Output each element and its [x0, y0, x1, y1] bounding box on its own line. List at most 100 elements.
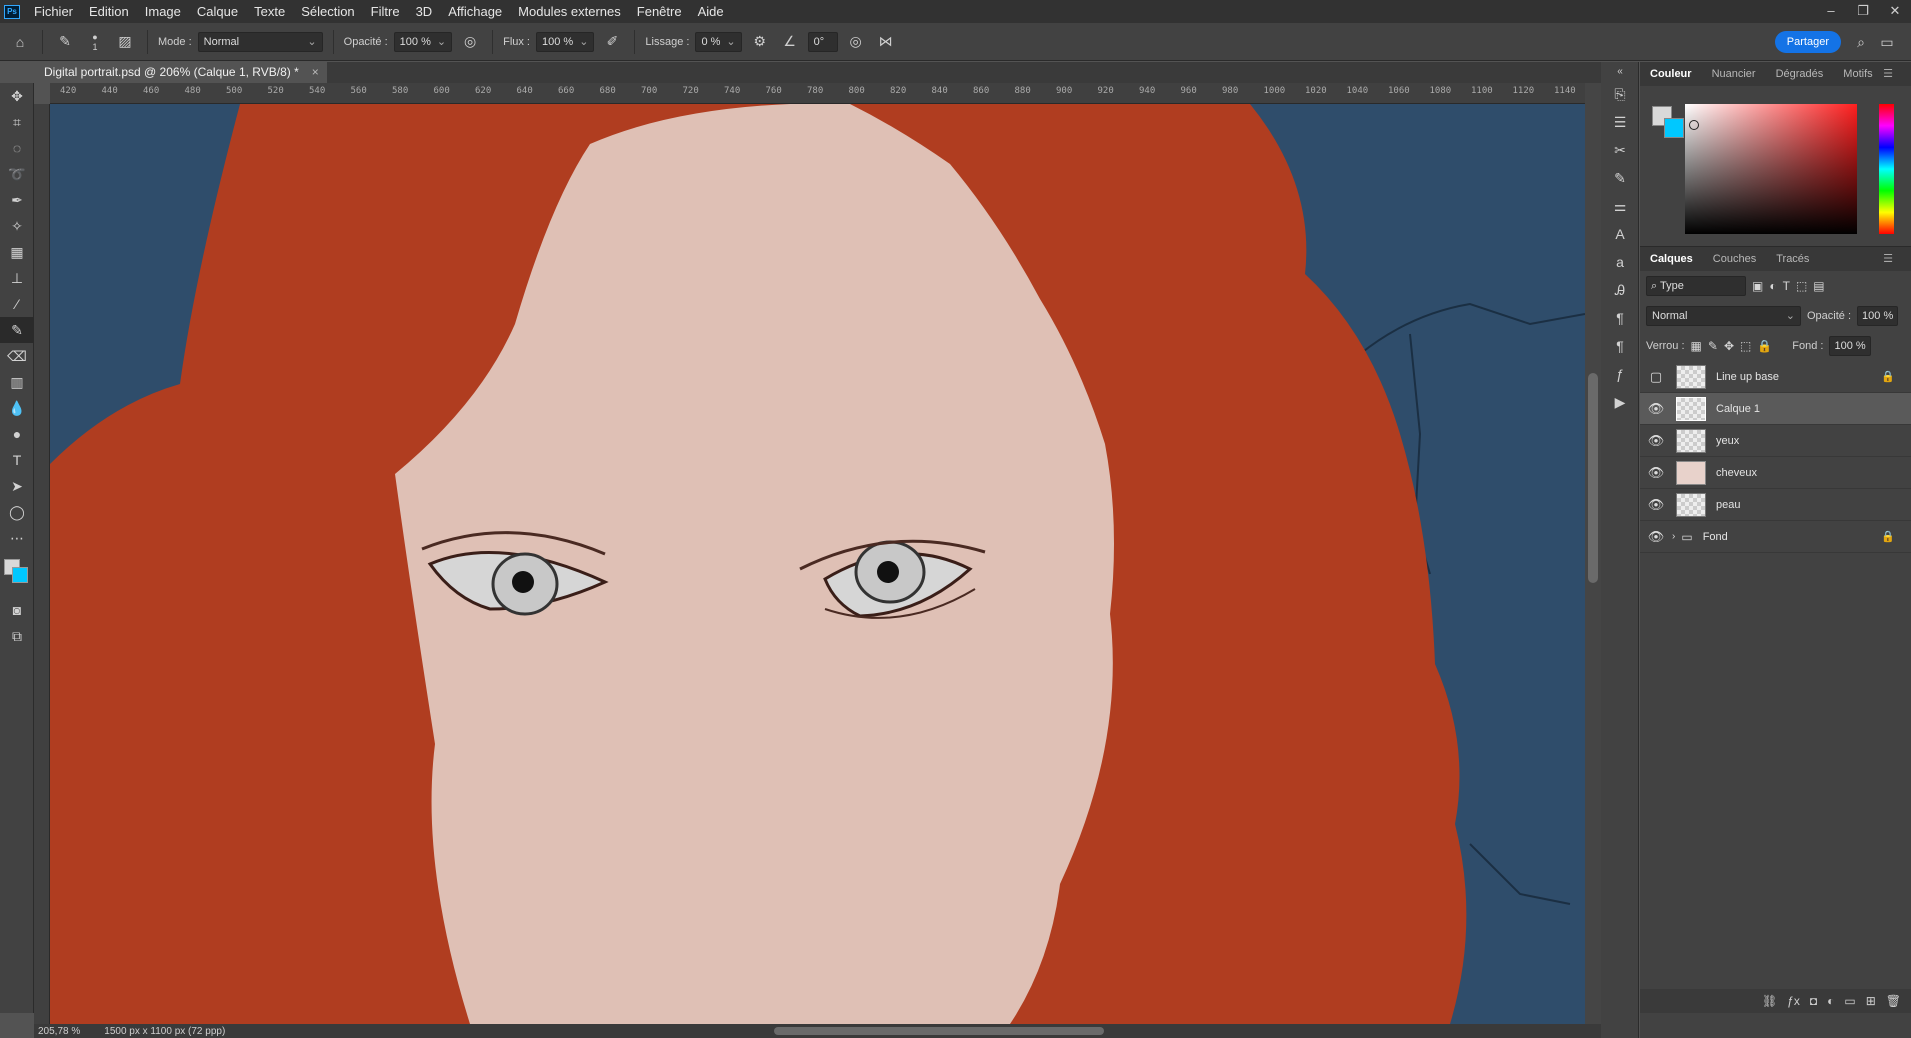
- delete-layer-icon[interactable]: 🗑: [1886, 994, 1901, 1008]
- tab-couleur[interactable]: Couleur: [1640, 62, 1702, 86]
- eye-icon[interactable]: 👁: [1646, 401, 1666, 417]
- path-selection-icon[interactable]: ➤: [0, 473, 34, 499]
- menu-edition[interactable]: Edition: [81, 0, 137, 23]
- styles-icon[interactable]: ƒ: [1601, 360, 1639, 388]
- stamp-tool-icon[interactable]: ⊥: [0, 265, 34, 291]
- background-color[interactable]: [1664, 118, 1684, 138]
- gradient-tool-icon[interactable]: ▥: [0, 369, 34, 395]
- pressure-opacity-icon[interactable]: ◎: [458, 30, 482, 54]
- properties-icon[interactable]: ⚌: [1601, 192, 1639, 220]
- marquee-tool-icon[interactable]: ◌: [0, 135, 34, 161]
- history-icon[interactable]: ⎘: [1601, 80, 1639, 108]
- document-tab[interactable]: Digital portrait.psd @ 206% (Calque 1, R…: [34, 62, 327, 83]
- airbrush-icon[interactable]: ✐: [600, 30, 624, 54]
- fill-field[interactable]: 100 %: [1829, 336, 1871, 356]
- tools-icon[interactable]: ✂: [1601, 136, 1639, 164]
- visibility-toggle[interactable]: ▢: [1646, 369, 1666, 385]
- angle-field[interactable]: 0°: [807, 31, 838, 52]
- tab-calques[interactable]: Calques: [1640, 247, 1703, 271]
- background-swatch[interactable]: [12, 567, 28, 583]
- brush-tool-icon[interactable]: ✎: [0, 317, 34, 343]
- pen-tool-icon[interactable]: ✒: [0, 187, 34, 213]
- eye-icon[interactable]: 👁: [1646, 433, 1666, 449]
- character-style-icon[interactable]: Ꭿ: [1601, 276, 1639, 304]
- tab-couches[interactable]: Couches: [1703, 247, 1766, 271]
- lasso-tool-icon[interactable]: ➰: [0, 161, 34, 187]
- screen-mode-icon[interactable]: ⧉: [0, 623, 34, 649]
- vertical-scroll-thumb[interactable]: [1588, 373, 1598, 583]
- lock-position-icon[interactable]: ✥: [1724, 339, 1734, 353]
- more-tools-icon[interactable]: ⋯: [0, 525, 34, 551]
- new-layer-icon[interactable]: ⊞: [1866, 994, 1876, 1008]
- layer-opacity-field[interactable]: 100 %: [1857, 306, 1899, 326]
- color-field[interactable]: [1685, 104, 1857, 234]
- paragraph-icon[interactable]: ¶: [1601, 304, 1639, 332]
- zoom-level[interactable]: 205,78 %: [38, 1026, 80, 1037]
- collapse-icon[interactable]: «: [1601, 62, 1639, 80]
- layer-row[interactable]: ▢ Line up base 🔒: [1640, 361, 1911, 393]
- menu-calque[interactable]: Calque: [189, 0, 246, 23]
- layer-style-icon[interactable]: ƒx: [1787, 994, 1800, 1008]
- opacity-field[interactable]: 100 %: [393, 31, 453, 52]
- menu-aide[interactable]: Aide: [690, 0, 732, 23]
- layer-name[interactable]: Fond: [1703, 531, 1728, 543]
- layer-name[interactable]: peau: [1716, 499, 1740, 511]
- lock-all-icon[interactable]: 🔒: [1757, 339, 1772, 353]
- dodge-tool-icon[interactable]: ●: [0, 421, 34, 447]
- tab-degrades[interactable]: Dégradés: [1766, 62, 1834, 86]
- chevron-right-icon[interactable]: ›: [1672, 531, 1675, 542]
- color-swatches[interactable]: [1652, 106, 1686, 140]
- layer-row-selected[interactable]: 👁 Calque 1: [1640, 393, 1911, 425]
- eye-icon[interactable]: 👁: [1646, 529, 1666, 545]
- brushes-icon[interactable]: ✎: [1601, 164, 1639, 192]
- home-icon[interactable]: ⌂: [8, 30, 32, 54]
- menu-image[interactable]: Image: [137, 0, 189, 23]
- menu-fichier[interactable]: Fichier: [26, 0, 81, 23]
- eye-icon[interactable]: 👁: [1646, 497, 1666, 513]
- eyedropper-icon[interactable]: ⁄: [0, 291, 34, 317]
- menu-selection[interactable]: Sélection: [293, 0, 362, 23]
- brush-tool-icon[interactable]: ✎: [53, 30, 77, 54]
- move-tool-icon[interactable]: ✥: [0, 83, 34, 109]
- flow-field[interactable]: 100 %: [536, 31, 595, 52]
- layer-row[interactable]: 👁 cheveux: [1640, 457, 1911, 489]
- share-button[interactable]: Partager: [1774, 31, 1841, 53]
- menu-fenetre[interactable]: Fenêtre: [629, 0, 690, 23]
- filter-adjustment-icon[interactable]: ◐: [1769, 279, 1776, 293]
- new-group-icon[interactable]: ▭: [1844, 994, 1855, 1008]
- filter-shape-icon[interactable]: ⬚: [1796, 279, 1807, 293]
- frame-tool-icon[interactable]: ▦: [0, 239, 34, 265]
- adjustment-layer-icon[interactable]: ◐: [1827, 994, 1834, 1008]
- lock-artboard-icon[interactable]: ⬚: [1740, 339, 1751, 353]
- tab-nuancier[interactable]: Nuancier: [1702, 62, 1766, 86]
- layer-group-row[interactable]: 👁 › ▭ Fond 🔒: [1640, 521, 1911, 553]
- lock-transparency-icon[interactable]: ▦: [1691, 339, 1702, 353]
- layer-name[interactable]: Line up base: [1716, 371, 1779, 383]
- link-layers-icon[interactable]: ⛓: [1762, 994, 1777, 1008]
- pressure-size-icon[interactable]: ◎: [844, 30, 868, 54]
- close-tab-icon[interactable]: ×: [312, 62, 319, 83]
- menu-affichage[interactable]: Affichage: [440, 0, 510, 23]
- eraser-tool-icon[interactable]: ⌫: [0, 343, 34, 369]
- minimize-button[interactable]: –: [1815, 0, 1847, 23]
- filter-pixel-icon[interactable]: ▣: [1752, 279, 1763, 293]
- paragraph-style-icon[interactable]: ¶: [1601, 332, 1639, 360]
- horizontal-scroll-thumb[interactable]: [774, 1027, 1104, 1035]
- search-icon[interactable]: ⌕: [1849, 30, 1873, 54]
- layer-row[interactable]: 👁 peau: [1640, 489, 1911, 521]
- menu-3d[interactable]: 3D: [408, 0, 441, 23]
- workspace-icon[interactable]: ▭: [1875, 30, 1899, 54]
- crop-tool-icon[interactable]: ⌗: [0, 109, 34, 135]
- layer-name[interactable]: cheveux: [1716, 467, 1757, 479]
- type-tool-icon[interactable]: T: [0, 447, 34, 473]
- gear-icon[interactable]: ⚙: [748, 30, 772, 54]
- restore-button[interactable]: ❐: [1847, 0, 1879, 23]
- lock-pixels-icon[interactable]: ✎: [1708, 339, 1718, 353]
- vertical-scrollbar[interactable]: [1585, 83, 1601, 1024]
- eye-icon[interactable]: 👁: [1646, 465, 1666, 481]
- mode-select[interactable]: Normal: [197, 31, 323, 52]
- symmetry-icon[interactable]: ⋈: [874, 30, 898, 54]
- blur-tool-icon[interactable]: 💧: [0, 395, 34, 421]
- blend-mode-select[interactable]: Normal: [1646, 306, 1801, 326]
- menu-modules-externes[interactable]: Modules externes: [510, 0, 629, 23]
